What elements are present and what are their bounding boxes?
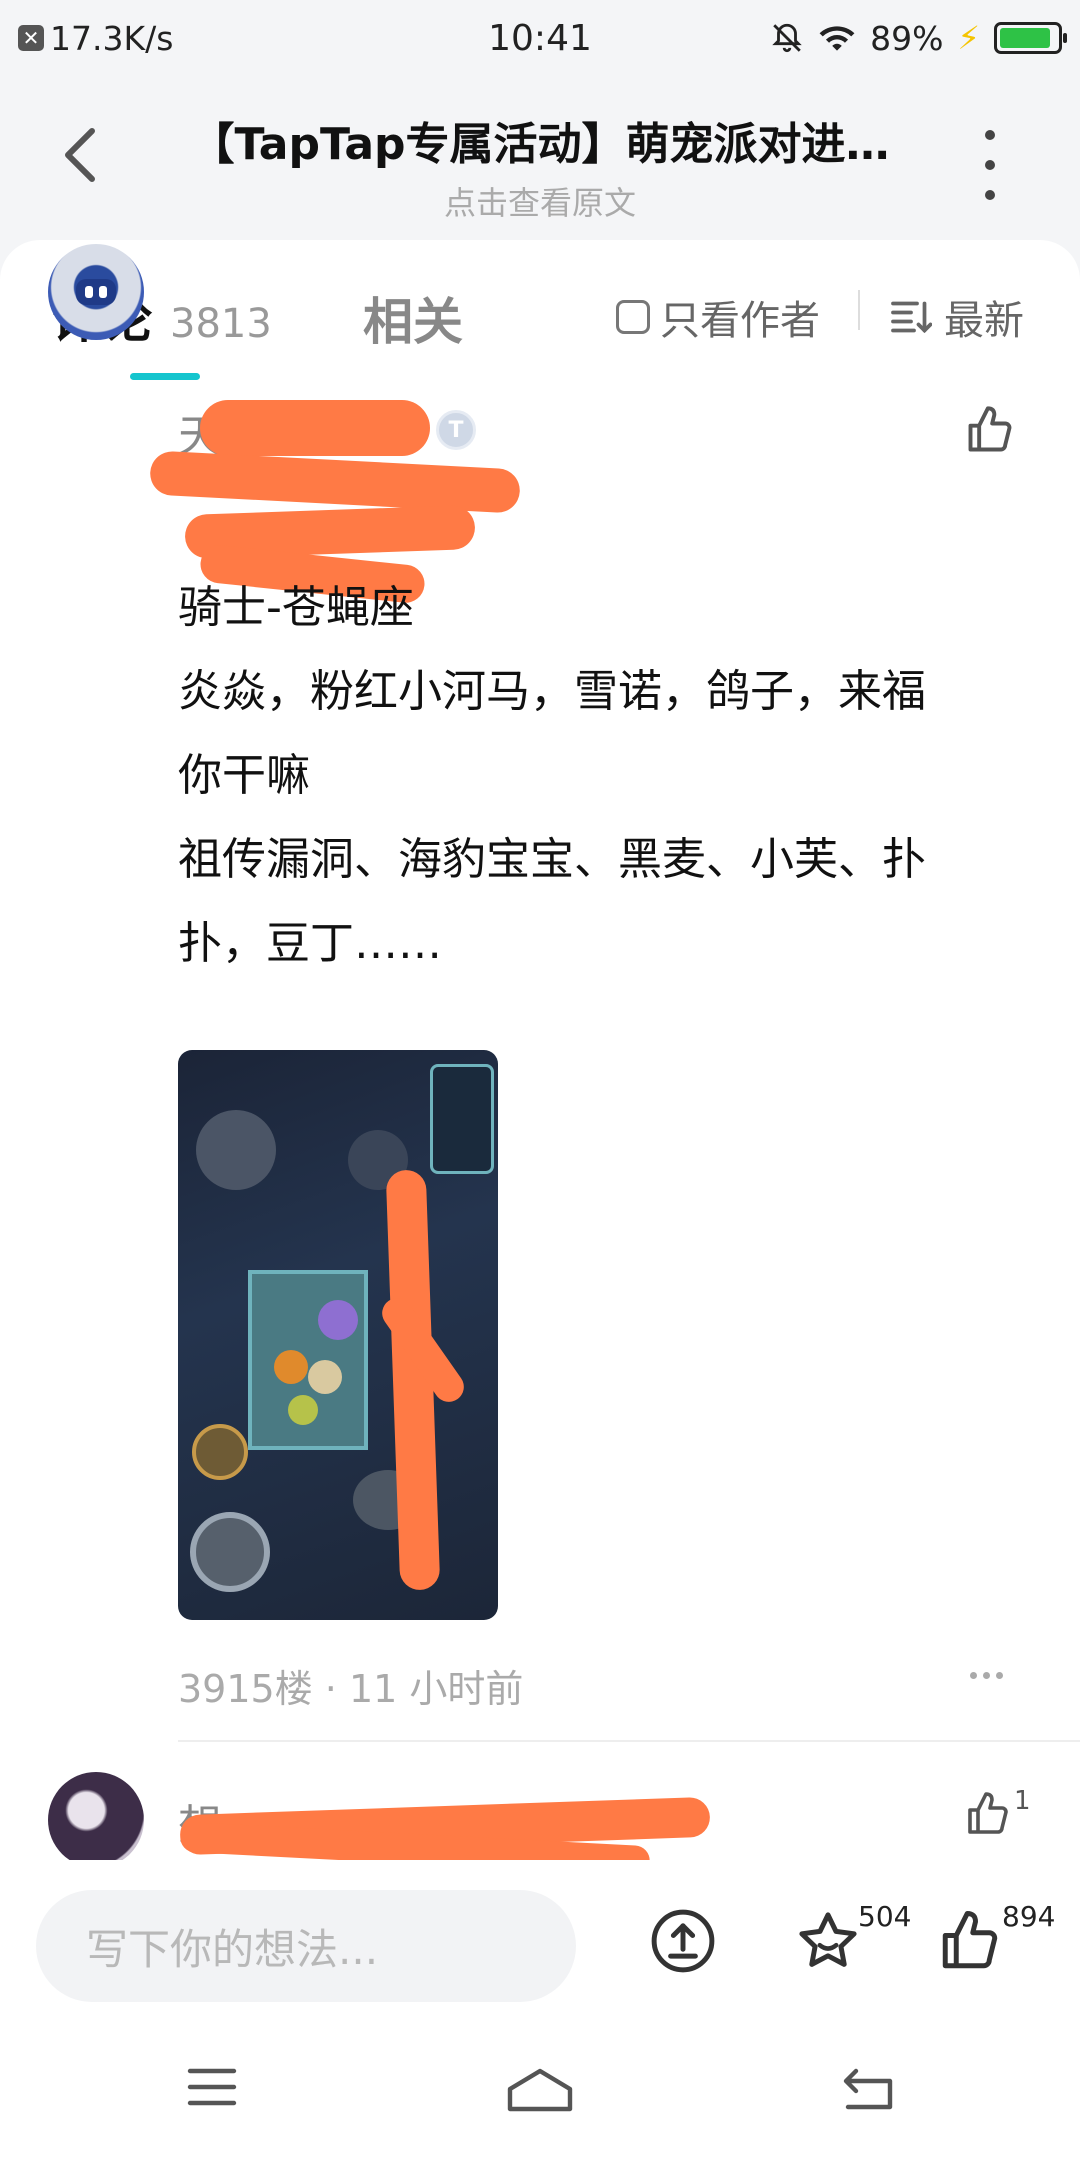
comment-line: 炎焱，粉红小河马，雪诺，鸽子，来福 — [178, 666, 926, 717]
comment-divider — [178, 1740, 1080, 1742]
image-weapon-button — [192, 1424, 248, 1480]
thumbs-up-icon — [968, 406, 1012, 452]
wifi-icon — [819, 26, 855, 51]
top-nav: 【TapTap专属活动】萌宠派对进… 点击查看原文 — [0, 90, 1080, 240]
net-speed: 17.3K/s — [50, 18, 174, 58]
battery-percent: 89% — [870, 18, 944, 58]
like-count: 1 — [1014, 1786, 1031, 1816]
comment-line: 扑，豆丁…… — [178, 918, 442, 969]
back-nav-button[interactable] — [840, 2065, 896, 2115]
image-joystick — [190, 1512, 270, 1592]
like-button[interactable] — [964, 404, 1016, 460]
image-character — [274, 1350, 308, 1384]
image-hud — [430, 1064, 494, 1174]
like-post-button[interactable] — [936, 1908, 1004, 1978]
home-button[interactable] — [504, 2065, 576, 2119]
image-character — [318, 1300, 358, 1340]
attached-image[interactable] — [178, 1050, 498, 1620]
more-options-button[interactable] — [970, 130, 1010, 200]
comment-more-button[interactable] — [970, 1660, 1010, 1690]
menu-icon — [187, 2068, 237, 2106]
comment-line: 祖传漏洞、海豹宝宝、黑麦、小芙、扑 — [178, 834, 926, 885]
checkbox-icon — [616, 300, 650, 334]
author-only-label: 只看作者 — [660, 298, 820, 344]
favorite-button[interactable] — [794, 1908, 862, 1978]
bottom-action-bar: 写下你的想法... 504 894 — [0, 1860, 1080, 2020]
menu-button[interactable] — [186, 2065, 238, 2113]
share-button[interactable] — [650, 1908, 716, 1978]
like-button[interactable] — [964, 1790, 1012, 1842]
title-block[interactable]: 【TapTap专属活动】萌宠派对进… 点击查看原文 — [140, 108, 940, 224]
star-icon — [799, 1912, 857, 1967]
floor-and-time: 3915楼 · 11 小时前 — [178, 1667, 524, 1711]
sort-button[interactable]: 最新 — [890, 288, 1024, 346]
image-character — [308, 1360, 342, 1394]
view-original-link[interactable]: 点击查看原文 — [140, 178, 940, 224]
favorite-count: 504 — [858, 1900, 912, 1933]
author-only-toggle[interactable]: 只看作者 — [616, 288, 820, 346]
status-right: 89% ⚡ — [770, 18, 1067, 58]
like-count: 894 — [1002, 1900, 1056, 1933]
image-rock — [196, 1110, 276, 1190]
comment-line: 你干嘛 — [178, 750, 310, 801]
return-icon — [843, 2068, 893, 2110]
avatar[interactable] — [48, 1772, 144, 1868]
home-icon — [507, 2068, 573, 2112]
comment-tabs: 评论 3813 相关 只看作者 最新 — [0, 240, 1080, 380]
charging-bolt-icon: ⚡ — [957, 19, 980, 57]
active-tab-indicator — [130, 373, 200, 380]
chevron-left-icon — [65, 128, 95, 182]
status-bar: ✕ 17.3K/s 10:41 89% ⚡ — [0, 0, 1080, 76]
comment-line: 骑士-苍蝇座 — [178, 582, 414, 633]
status-left: ✕ 17.3K/s — [18, 19, 173, 58]
back-button[interactable] — [50, 120, 110, 190]
user-badge-icon: T — [436, 410, 476, 450]
battery-icon — [994, 22, 1067, 54]
avatar-face — [76, 279, 116, 305]
tab-related[interactable]: 相关 — [363, 282, 463, 354]
comment-input[interactable]: 写下你的想法... — [36, 1890, 576, 2002]
sort-icon — [891, 301, 932, 334]
thumbs-up-icon — [968, 1792, 1008, 1834]
mute-bell-icon — [772, 23, 802, 53]
system-nav-bar — [0, 2020, 1080, 2160]
thumbs-up-icon — [942, 1911, 998, 1969]
comments-count: 3813 — [170, 301, 272, 347]
notification-x-icon: ✕ — [18, 25, 44, 51]
redaction-mark — [200, 400, 430, 456]
page-title: 【TapTap专属活动】萌宠派对进… — [190, 119, 890, 170]
image-character — [288, 1395, 318, 1425]
tab-divider — [858, 290, 860, 330]
comment-body: 骑士-苍蝇座 炎焱，粉红小河马，雪诺，鸽子，来福 你干嘛 祖传漏洞、海豹宝宝、黑… — [178, 566, 1018, 986]
sort-label: 最新 — [944, 298, 1024, 344]
share-icon — [651, 1909, 715, 1973]
